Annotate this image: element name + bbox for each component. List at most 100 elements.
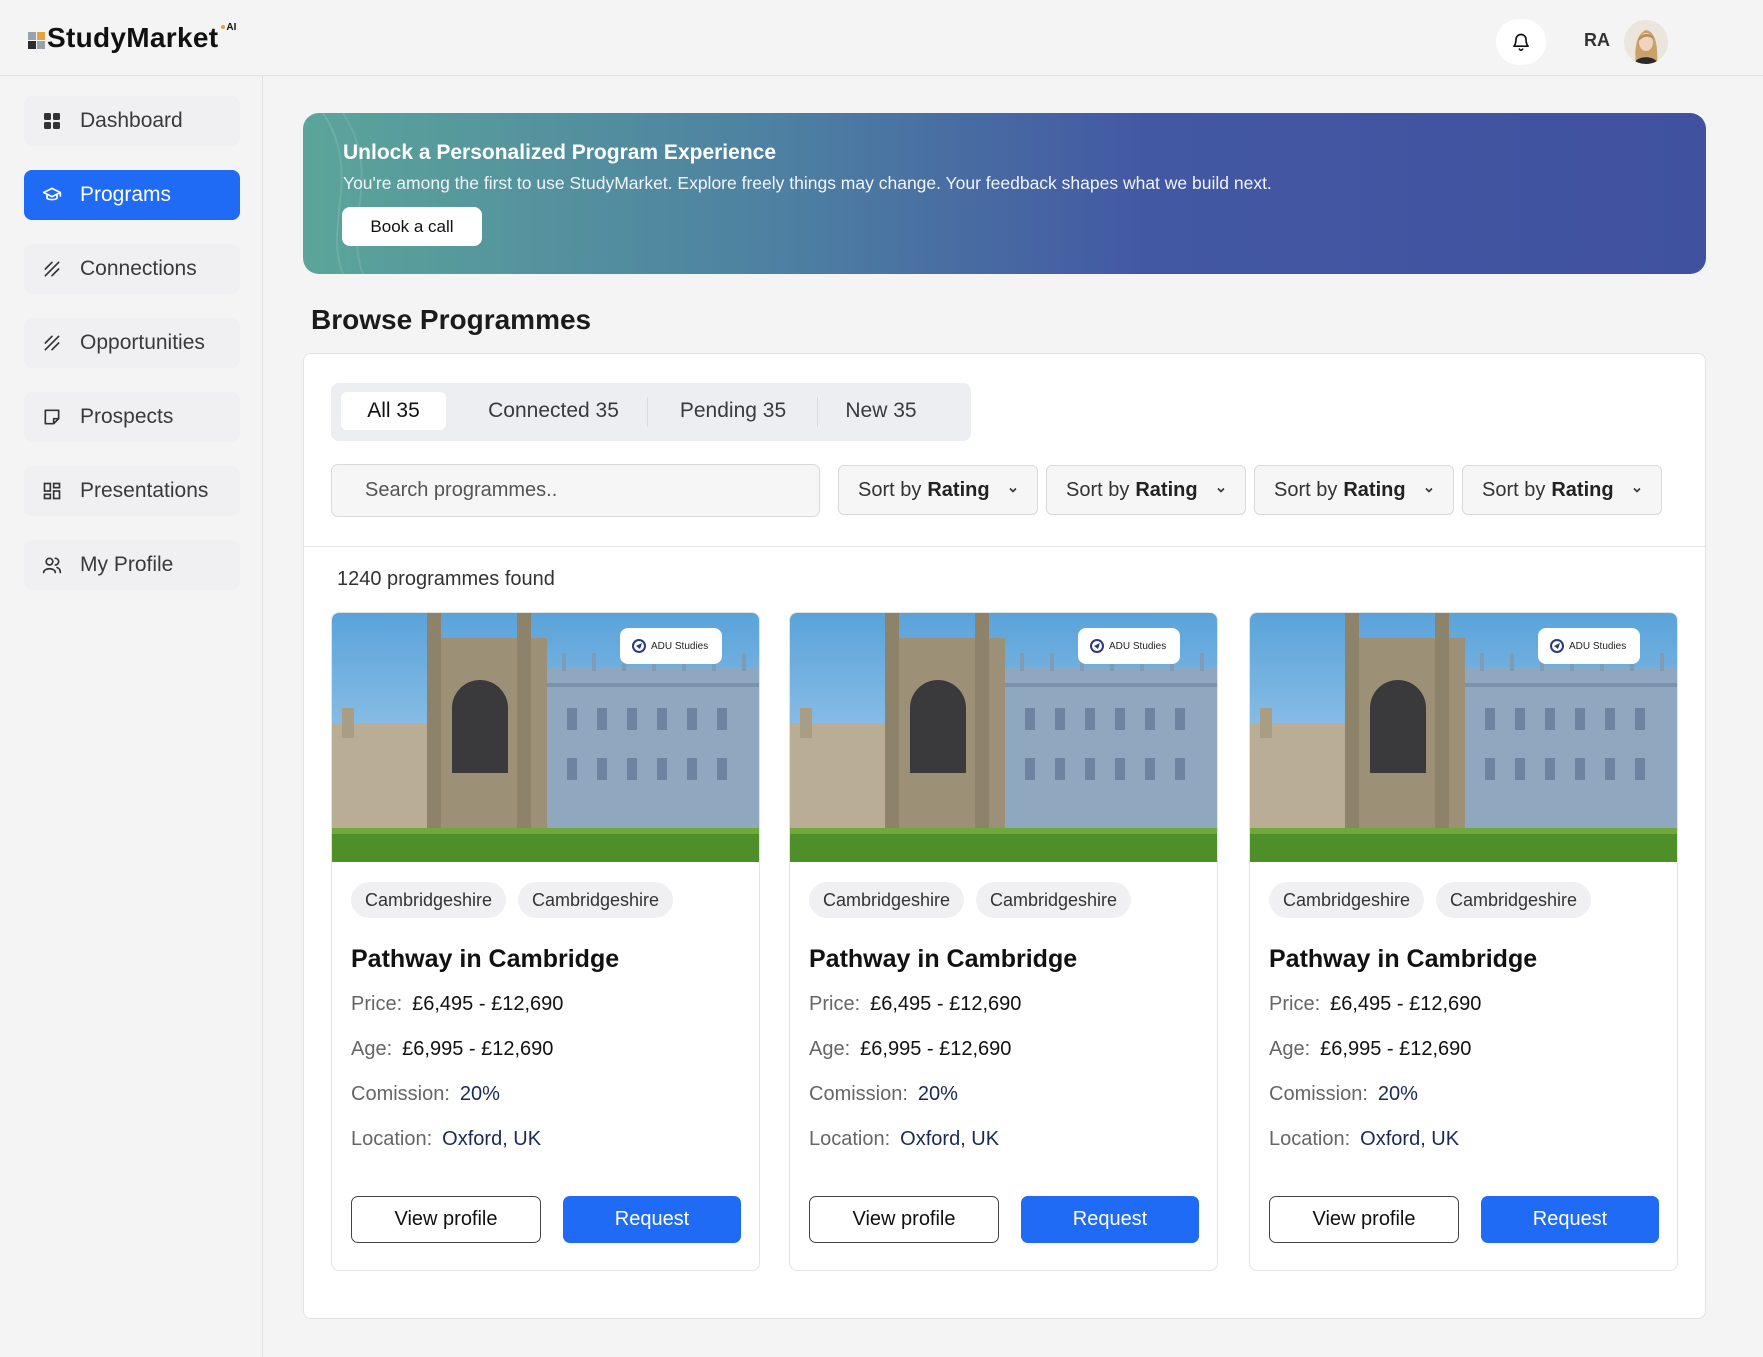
sort-label: Sort by (1066, 478, 1130, 501)
tab-all[interactable]: All 35 (341, 392, 446, 430)
filter-tabs: All 35 Connected 35 Pending 35 New 35 (331, 383, 971, 441)
top-bar: StudyMarket AI RA (0, 0, 1763, 76)
location-tag: Cambridgeshire (1269, 882, 1425, 918)
notifications-button[interactable] (1496, 19, 1546, 65)
provider-logo-icon (1090, 639, 1104, 653)
divider (304, 546, 1705, 547)
user-initials: RA (1584, 30, 1610, 50)
banner-text: You're among the first to use StudyMarke… (343, 173, 1272, 193)
promo-banner: Unlock a Personalized Program Experience… (303, 113, 1706, 274)
request-button[interactable]: Request (1481, 1196, 1659, 1243)
brand-name: StudyMarket (47, 22, 219, 53)
request-button[interactable]: Request (563, 1196, 741, 1243)
programme-card: ADU Studies Cambridgeshire Cambridgeshir… (331, 612, 760, 1271)
sort-dropdown[interactable]: Sort by Rating (1046, 465, 1246, 515)
provider-badge: ADU Studies (620, 628, 722, 664)
sidebar-item-label: Dashboard (80, 109, 183, 132)
sidebar-item-my-profile[interactable]: My Profile (24, 540, 240, 590)
commission-value: 20% (1377, 1083, 1418, 1105)
view-profile-button[interactable]: View profile (809, 1196, 999, 1243)
sidebar-item-label: My Profile (80, 553, 174, 576)
commission-value: 20% (917, 1083, 958, 1105)
sidebar-item-label: Programs (80, 183, 172, 206)
chevron-down-icon (1215, 484, 1227, 496)
brand-logo[interactable]: StudyMarket AI (28, 22, 236, 54)
search-input[interactable] (331, 464, 820, 517)
provider-badge: ADU Studies (1538, 628, 1640, 664)
view-profile-button[interactable]: View profile (1269, 1196, 1459, 1243)
tab-divider (817, 397, 818, 427)
programme-title: Pathway in Cambridge (1269, 945, 1538, 973)
price-row: Price: £6,495 - £12,690 (809, 993, 1021, 1016)
chevron-down-icon (1007, 484, 1019, 496)
sidebar-item-opportunities[interactable]: Opportunities (24, 318, 240, 368)
age-row: Age: £6,995 - £12,690 (809, 1038, 1011, 1061)
programme-title: Pathway in Cambridge (351, 945, 620, 973)
sidebar-item-programs[interactable]: Programs (24, 170, 240, 220)
location-label: Location: (1269, 1128, 1351, 1150)
location-tag: Cambridgeshire (976, 882, 1132, 918)
chevron-down-icon (1423, 484, 1435, 496)
commission-label: Comission: (809, 1083, 908, 1105)
banner-title: Unlock a Personalized Program Experience (343, 141, 777, 164)
provider-logo-icon (632, 639, 646, 653)
graduation-cap-icon (42, 185, 62, 205)
price-value: £6,495 - £12,690 (412, 993, 564, 1015)
price-row: Price: £6,495 - £12,690 (351, 993, 563, 1016)
sort-dropdown[interactable]: Sort by Rating (838, 465, 1038, 515)
price-label: Price: (1269, 993, 1321, 1015)
brand-suffix: AI (221, 22, 236, 33)
connections-icon (42, 259, 62, 279)
sort-dropdown[interactable]: Sort by Rating (1462, 465, 1662, 515)
age-row: Age: £6,995 - £12,690 (1269, 1038, 1471, 1061)
tab-connected[interactable]: Connected 35 (466, 392, 641, 430)
location-value: Oxford, UK (900, 1128, 1000, 1150)
location-tag: Cambridgeshire (518, 882, 674, 918)
age-row: Age: £6,995 - £12,690 (351, 1038, 553, 1061)
sort-label: Sort by (1482, 478, 1546, 501)
programme-card: ADU Studies Cambridgeshire Cambridgeshir… (789, 612, 1218, 1271)
price-value: £6,495 - £12,690 (1330, 993, 1482, 1015)
sort-label: Sort by (858, 478, 922, 501)
location-label: Location: (351, 1128, 433, 1150)
sidebar-item-prospects[interactable]: Prospects (24, 392, 240, 442)
avatar[interactable] (1624, 20, 1668, 64)
programme-image: ADU Studies (790, 613, 1217, 862)
age-value: £6,995 - £12,690 (860, 1038, 1012, 1060)
request-button[interactable]: Request (1021, 1196, 1199, 1243)
age-label: Age: (351, 1038, 393, 1060)
tab-pending[interactable]: Pending 35 (653, 392, 813, 430)
commission-label: Comission: (351, 1083, 450, 1105)
sidebar-item-presentations[interactable]: Presentations (24, 466, 240, 516)
sidebar-item-label: Prospects (80, 405, 174, 428)
sidebar-item-connections[interactable]: Connections (24, 244, 240, 294)
programme-card: ADU Studies Cambridgeshire Cambridgeshir… (1249, 612, 1678, 1271)
programme-image: ADU Studies (332, 613, 759, 862)
location-row: Location: Oxford, UK (1269, 1128, 1459, 1151)
dashboard-icon (42, 111, 62, 131)
sort-value: Rating (1135, 478, 1198, 501)
programme-image: ADU Studies (1250, 613, 1677, 862)
commission-value: 20% (459, 1083, 500, 1105)
sidebar-item-label: Opportunities (80, 331, 205, 354)
programmes-panel: All 35 Connected 35 Pending 35 New 35 So… (303, 353, 1706, 1319)
results-count: 1240 programmes found (337, 568, 555, 590)
provider-logo-icon (1550, 639, 1564, 653)
users-icon (42, 555, 62, 575)
programme-title: Pathway in Cambridge (809, 945, 1078, 973)
sidebar-item-label: Presentations (80, 479, 209, 502)
book-call-button[interactable]: Book a call (342, 207, 482, 246)
age-value: £6,995 - £12,690 (402, 1038, 554, 1060)
sidebar-item-dashboard[interactable]: Dashboard (24, 96, 240, 146)
price-label: Price: (809, 993, 861, 1015)
logo-mark-icon (28, 32, 45, 49)
sort-dropdown[interactable]: Sort by Rating (1254, 465, 1454, 515)
age-label: Age: (809, 1038, 851, 1060)
commission-row: Comission: 20% (1269, 1083, 1418, 1106)
location-tag: Cambridgeshire (1436, 882, 1592, 918)
view-profile-button[interactable]: View profile (351, 1196, 541, 1243)
tab-new[interactable]: New 35 (821, 392, 941, 430)
bell-icon (1513, 33, 1529, 51)
sort-value: Rating (1343, 478, 1406, 501)
sort-value: Rating (1551, 478, 1614, 501)
